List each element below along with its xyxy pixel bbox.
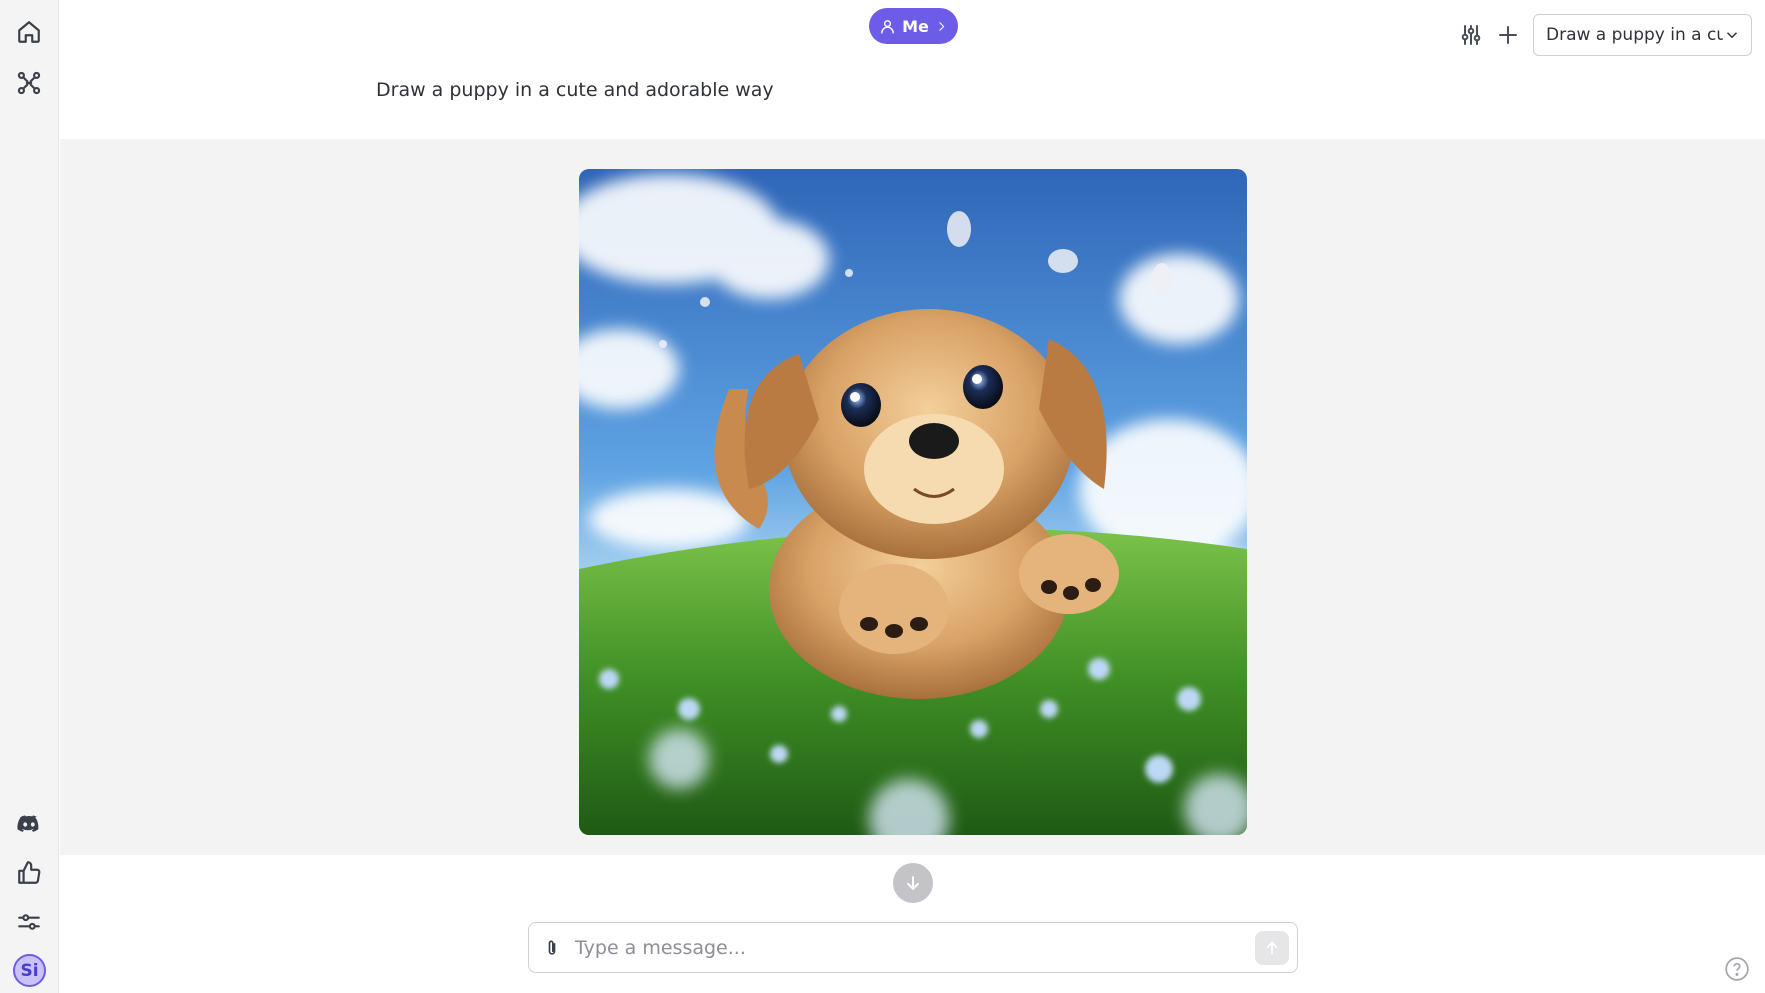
- plus-icon: [1499, 26, 1517, 44]
- chevron-down-icon: [1726, 32, 1738, 39]
- message-input[interactable]: [575, 936, 1255, 959]
- arrow-down-icon: [907, 876, 919, 890]
- send-button[interactable]: [1255, 930, 1289, 965]
- generated-image[interactable]: [579, 169, 1247, 835]
- app-window: Si Me Draw a puppy in a cute and adorabl…: [0, 0, 1765, 993]
- user-icon: [881, 19, 894, 34]
- conversation-select-value: Draw a puppy in a cute and adorable way: [1546, 25, 1723, 45]
- attach-button[interactable]: [529, 923, 575, 972]
- workflow-icon: [17, 71, 41, 95]
- avatar[interactable]: Si: [13, 954, 46, 987]
- home-icon: [18, 21, 40, 43]
- discord-button[interactable]: [8, 803, 50, 845]
- tune-icon: [1461, 25, 1481, 45]
- chat-content: [60, 139, 1765, 855]
- sliders-icon: [18, 914, 40, 930]
- persona-label: Me: [902, 16, 929, 36]
- adjustments-button[interactable]: [1456, 20, 1486, 50]
- settings-button[interactable]: [8, 901, 50, 943]
- avatar-initials: Si: [20, 960, 39, 981]
- arrow-up-icon: [1266, 941, 1278, 954]
- chevron-right-icon: [939, 21, 945, 31]
- persona-selector-button[interactable]: Me: [869, 8, 958, 44]
- workflow-button[interactable]: [8, 62, 50, 104]
- scroll-to-bottom-button[interactable]: [893, 863, 933, 903]
- puppy-illustration: [579, 169, 1247, 835]
- help-button[interactable]: [1724, 956, 1750, 982]
- paperclip-icon: [548, 940, 556, 955]
- help-icon: [1725, 957, 1749, 981]
- message-composer: [528, 922, 1298, 973]
- conversation-header: Me Draw a puppy in a cute and adorable w…: [60, 0, 1765, 138]
- home-button[interactable]: [8, 11, 50, 53]
- new-chat-button[interactable]: [1493, 20, 1523, 50]
- thumbs-up-icon: [18, 861, 41, 884]
- sidebar: Si: [0, 0, 59, 993]
- composer-area: [60, 855, 1765, 993]
- discord-icon: [17, 815, 39, 832]
- user-prompt-text: Draw a puppy in a cute and adorable way: [376, 79, 774, 101]
- feedback-button[interactable]: [8, 852, 50, 894]
- conversation-select[interactable]: Draw a puppy in a cute and adorable way: [1533, 14, 1752, 56]
